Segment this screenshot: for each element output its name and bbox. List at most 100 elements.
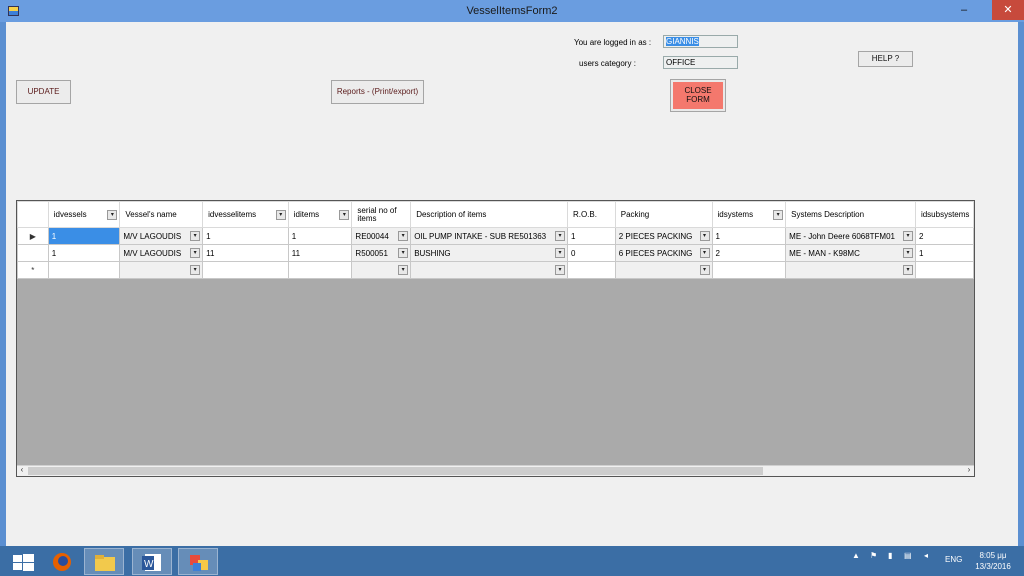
close-form-label-line1: CLOSE (684, 86, 712, 95)
row-header (17, 244, 49, 262)
cell-idsystems[interactable] (711, 261, 787, 279)
column-header-iditems[interactable]: iditems ▾ (287, 201, 353, 228)
cell-idsystems[interactable]: 1 (711, 227, 787, 245)
combo-dropdown-icon[interactable]: ▾ (190, 231, 201, 241)
new-row-indicator: * (17, 261, 49, 279)
users-category-field[interactable]: OFFICE (663, 56, 738, 69)
taskbar-vessel-app[interactable] (178, 548, 218, 575)
cell-iditems[interactable]: 1 (287, 227, 353, 245)
column-header-rob[interactable]: R.O.B. (566, 201, 616, 228)
action-center-icon[interactable]: ⚑ (870, 551, 877, 560)
update-button[interactable]: UPDATE (16, 80, 71, 104)
column-header-description[interactable]: Description of items (410, 201, 568, 228)
taskbar-firefox[interactable] (42, 548, 82, 575)
logged-in-user-field[interactable]: GIANNIS (663, 35, 738, 48)
cell-idvesselitems[interactable]: 1 (202, 227, 289, 245)
cell-vessel-name[interactable]: ▾ (119, 261, 204, 279)
minimize-button[interactable]: – (950, 0, 978, 20)
start-button[interactable] (4, 548, 44, 575)
combo-dropdown-icon[interactable]: ▾ (902, 231, 913, 241)
scroll-left-icon[interactable]: ‹ (17, 465, 27, 474)
combo-dropdown-icon[interactable]: ▾ (902, 248, 913, 258)
close-window-button[interactable]: ✕ (992, 0, 1024, 20)
cell-rob[interactable] (566, 261, 616, 279)
horizontal-scrollbar[interactable]: ‹ › (17, 465, 974, 476)
combo-dropdown-icon[interactable]: ▾ (554, 248, 565, 258)
filter-dropdown-icon[interactable]: ▾ (107, 210, 118, 220)
battery-icon[interactable]: ▮ (888, 551, 892, 560)
taskbar-file-explorer[interactable] (84, 548, 124, 575)
cell-rob[interactable]: 0 (566, 244, 616, 262)
volume-icon[interactable]: ◂ (924, 551, 928, 560)
column-header-idsubsystems[interactable]: idsubsystems (914, 201, 974, 228)
column-header-idvesselitems[interactable]: idvesselitems ▾ (202, 201, 289, 228)
column-header-idvessels[interactable]: idvessels ▾ (47, 201, 121, 228)
cell-systems-description[interactable]: ME - MAN - K98MC ▾ (785, 244, 916, 262)
table-row[interactable]: 1 M/V LAGOUDIS ▾ 11 11 R500051 ▾ BUSHING ▾ … (17, 244, 974, 262)
cell-idvessels[interactable]: 1 (47, 227, 121, 245)
show-hidden-icons-icon[interactable]: ▲ (852, 551, 860, 560)
cell-idsubsystems[interactable]: 2 (914, 227, 974, 245)
cell-iditems[interactable]: 11 (287, 244, 353, 262)
cell-serial-no[interactable]: RE00044 ▾ (351, 227, 412, 245)
vessel-items-grid[interactable]: idvessels ▾ Vessel's name idvesselitems ▾ … (16, 200, 975, 477)
cell-vessel-name[interactable]: M/V LAGOUDIS ▾ (119, 227, 204, 245)
cell-systems-description[interactable]: ME - John Deere 6068TFM01 ▾ (785, 227, 916, 245)
cell-description[interactable]: ▾ (410, 261, 568, 279)
combo-dropdown-icon[interactable]: ▾ (398, 265, 409, 275)
combo-dropdown-icon[interactable]: ▾ (699, 231, 710, 241)
cell-idsubsystems[interactable]: 1 (914, 244, 974, 262)
cell-idvesselitems[interactable]: 11 (202, 244, 289, 262)
cell-serial-no[interactable]: R500051 ▾ (351, 244, 412, 262)
input-language[interactable]: ENG (945, 555, 962, 564)
form-content: You are logged in as : GIANNIS users cat… (6, 22, 1018, 546)
cell-vessel-name[interactable]: M/V LAGOUDIS ▾ (119, 244, 204, 262)
system-clock[interactable]: 8:05 μμ 13/3/2016 (968, 550, 1018, 572)
cell-packing[interactable]: 2 PIECES PACKING ▾ (614, 227, 713, 245)
reports-button[interactable]: Reports - (Print/export) (331, 80, 424, 104)
combo-dropdown-icon[interactable]: ▾ (902, 265, 913, 275)
folder-icon (95, 555, 115, 571)
cell-packing[interactable]: ▾ (614, 261, 713, 279)
table-row[interactable]: ▶ 1 M/V LAGOUDIS ▾ 1 1 RE00044 ▾ OIL PUMP … (17, 227, 974, 245)
column-header-vessel-name[interactable]: Vessel's name (119, 201, 204, 228)
cell-idvessels[interactable] (47, 261, 121, 279)
column-header-idsystems[interactable]: idsystems ▾ (711, 201, 787, 228)
app-window-icon (190, 555, 208, 571)
column-header-systems-description[interactable]: Systems Description (785, 201, 916, 228)
column-header-serial-no[interactable]: serial no of items (351, 201, 412, 228)
cell-idsubsystems[interactable] (914, 261, 974, 279)
windows-logo-icon (13, 554, 34, 571)
cell-idvessels[interactable]: 1 (47, 244, 121, 262)
cell-idsystems[interactable]: 2 (711, 244, 787, 262)
cell-systems-description[interactable]: ▾ (785, 261, 916, 279)
taskbar: W ▲ ⚑ ▮ ▤ ◂ ENG 8:05 μμ 13/3/2016 (0, 546, 1024, 576)
combo-dropdown-icon[interactable]: ▾ (190, 265, 201, 275)
cell-description[interactable]: OIL PUMP INTAKE - SUB RE501363 ▾ (410, 227, 568, 245)
cell-idvesselitems[interactable] (202, 261, 289, 279)
filter-dropdown-icon[interactable]: ▾ (275, 210, 286, 220)
combo-dropdown-icon[interactable]: ▾ (398, 231, 409, 241)
scrollbar-thumb[interactable] (28, 467, 763, 475)
network-icon[interactable]: ▤ (904, 551, 912, 560)
filter-dropdown-icon[interactable]: ▾ (339, 210, 350, 220)
combo-dropdown-icon[interactable]: ▾ (699, 265, 710, 275)
cell-serial-no[interactable]: ▾ (351, 261, 412, 279)
combo-dropdown-icon[interactable]: ▾ (554, 265, 565, 275)
cell-rob[interactable]: 1 (566, 227, 616, 245)
combo-dropdown-icon[interactable]: ▾ (554, 231, 565, 241)
combo-dropdown-icon[interactable]: ▾ (699, 248, 710, 258)
column-header-packing[interactable]: Packing (614, 201, 713, 228)
clock-date: 13/3/2016 (975, 562, 1011, 571)
scroll-right-icon[interactable]: › (964, 465, 974, 474)
combo-dropdown-icon[interactable]: ▾ (398, 248, 409, 258)
combo-dropdown-icon[interactable]: ▾ (190, 248, 201, 258)
help-button[interactable]: HELP ? (858, 51, 913, 67)
filter-dropdown-icon[interactable]: ▾ (773, 210, 784, 220)
cell-packing[interactable]: 6 PIECES PACKING ▾ (614, 244, 713, 262)
taskbar-word[interactable]: W (132, 548, 172, 575)
close-form-button[interactable]: CLOSE FORM (670, 79, 726, 112)
cell-iditems[interactable] (287, 261, 353, 279)
new-row[interactable]: * ▾ ▾ ▾ ▾ ▾ (17, 261, 974, 279)
cell-description[interactable]: BUSHING ▾ (410, 244, 568, 262)
